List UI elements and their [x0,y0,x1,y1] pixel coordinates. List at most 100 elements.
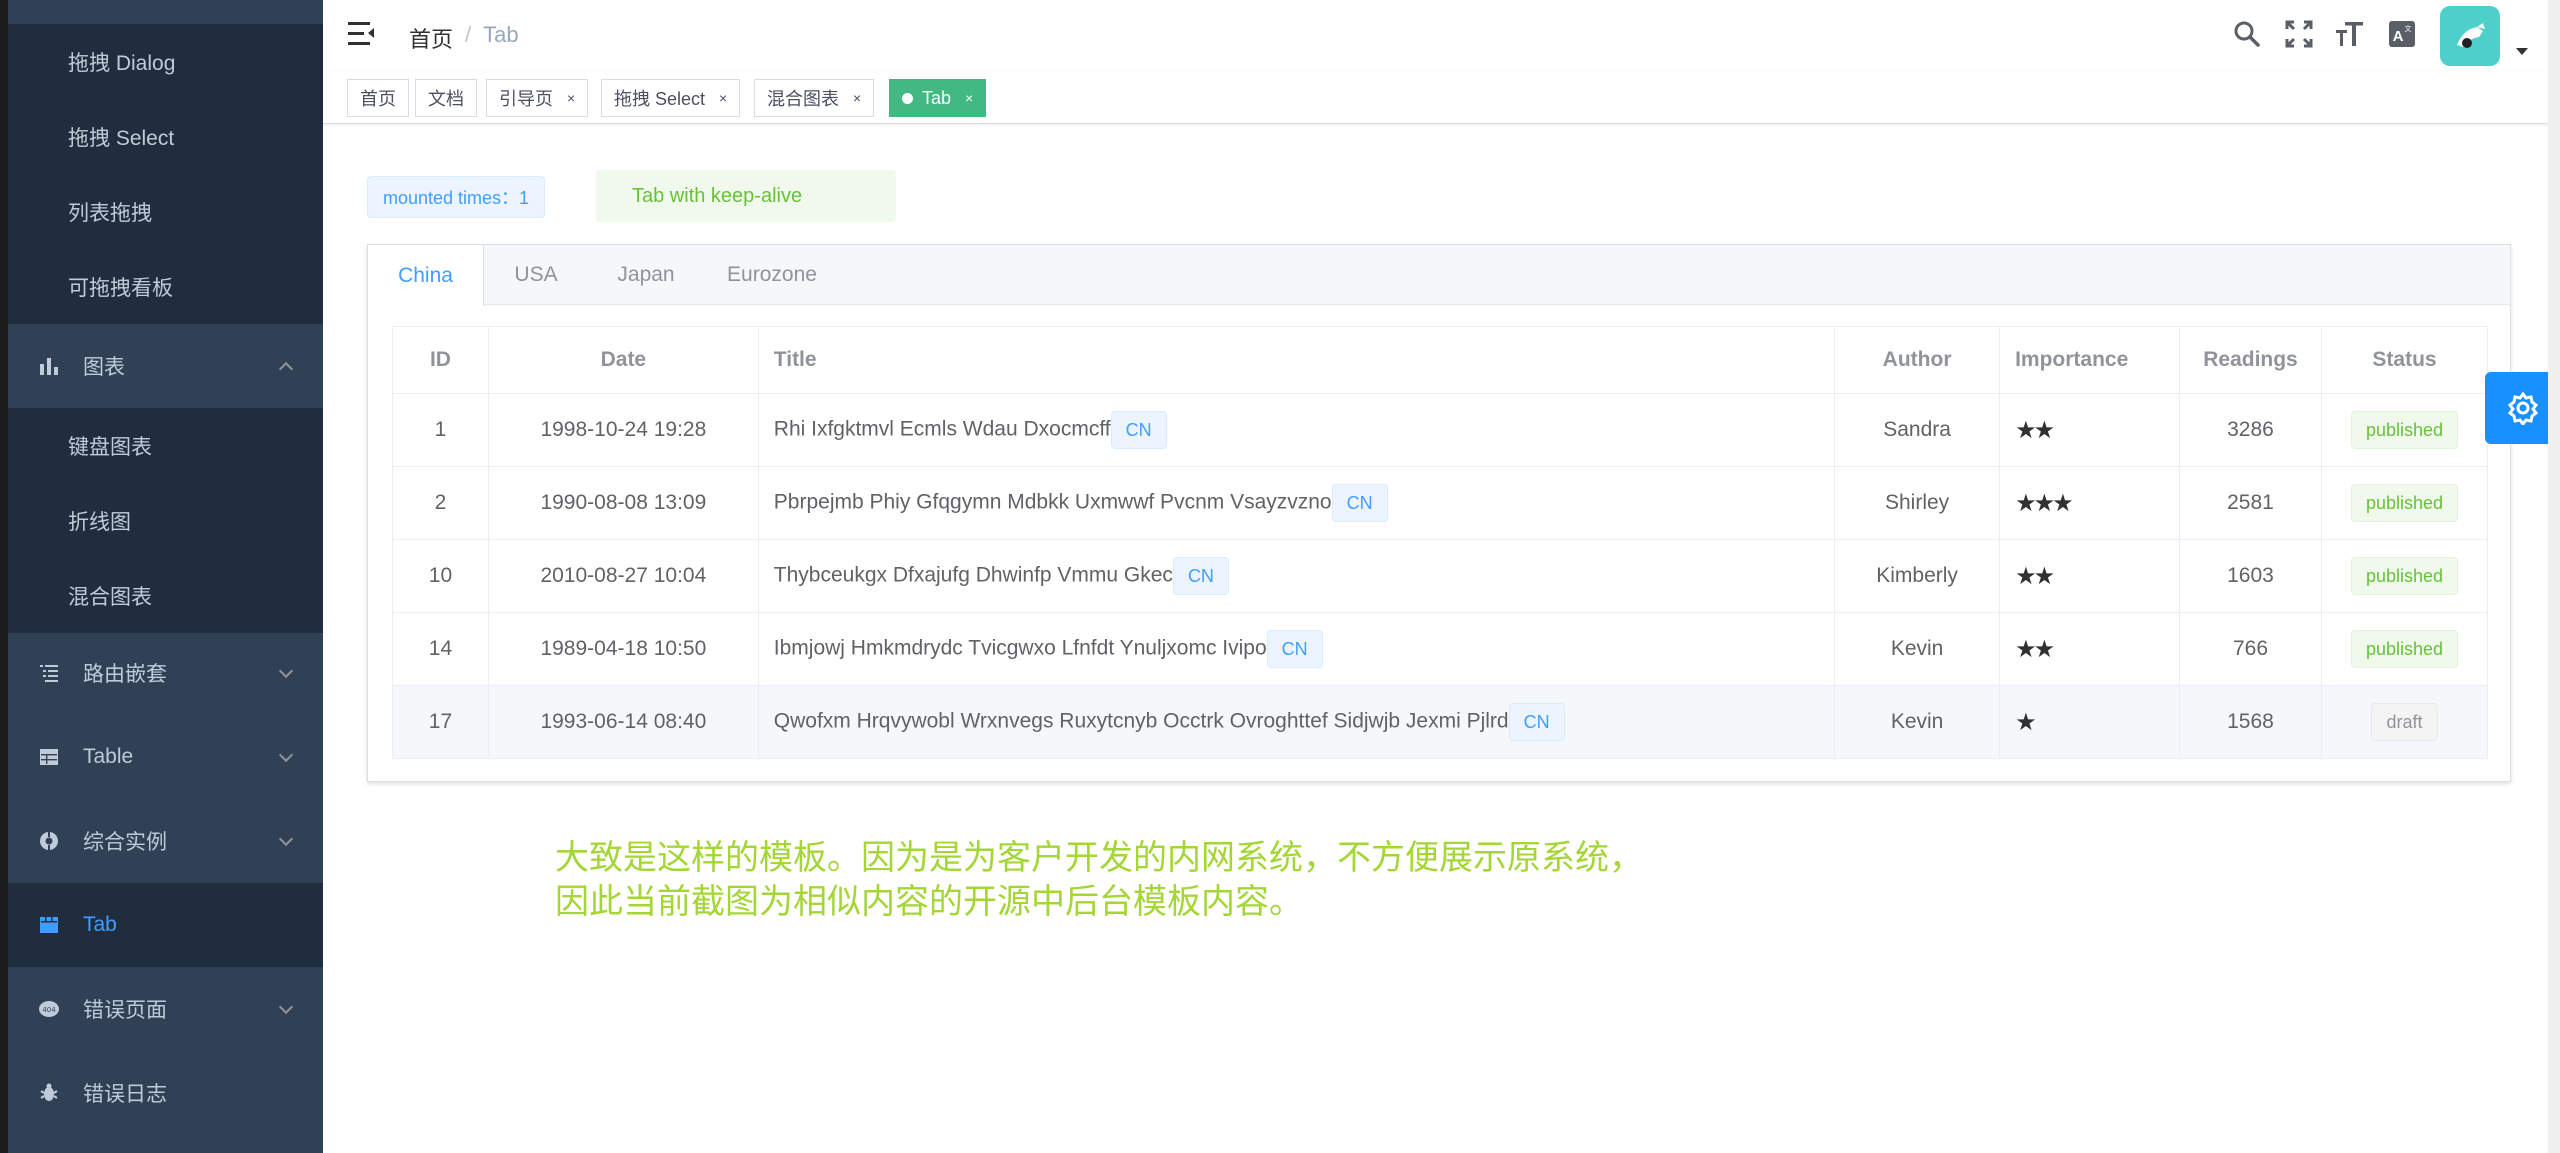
table-row[interactable]: 10 2010-08-27 10:04 Thybceukgx Dfxajufg … [392,539,2489,613]
chevron-down-icon [278,747,294,763]
type-tag: CN [1110,411,1167,449]
tag-docs[interactable]: 文档 [415,79,477,117]
sidebar-item-nested[interactable]: 路由嵌套 [8,631,323,715]
search-icon[interactable] [2231,18,2263,50]
sidebar-item-error-log[interactable]: 错误日志 [8,1051,323,1135]
chevron-down-icon [278,999,294,1015]
fullscreen-icon[interactable] [2283,18,2315,50]
sidebar-item-label: 图表 [83,356,125,379]
star-icon: ★★ [2015,562,2055,590]
type-tag: CN [1331,484,1388,522]
tab-eurozone[interactable]: Eurozone [704,245,840,305]
breadcrumb-home[interactable]: 首页 [409,22,453,54]
cell-author: Kimberly [1834,539,2001,613]
tag-label: 混合图表 [767,89,839,109]
table-icon [38,746,60,768]
star-icon: ★★ [2015,635,2055,663]
cell-author: Kevin [1834,612,2001,686]
sidebar-item-drag-select[interactable]: 拖拽 Select [8,99,323,174]
sidebar-item-label: 错误日志 [83,1083,167,1106]
sidebar-item-line-chart[interactable]: 折线图 [8,483,323,558]
cell-id: 10 [392,539,489,613]
hamburger-menu-icon[interactable] [348,22,374,46]
language-icon[interactable]: A文 [2386,18,2418,50]
sidebar-item-list-drag[interactable]: 列表拖拽 [8,174,323,249]
keep-alive-alert: Tab with keep-alive [596,170,896,222]
close-icon[interactable]: × [853,90,861,106]
sidebar-item-examples[interactable]: 综合实例 [8,799,323,883]
sidebar-item-tab[interactable]: Tab [8,883,323,967]
cell-importance: ★★★ [1999,466,2181,540]
scrollbar[interactable] [2548,0,2560,1153]
tab-label: Eurozone [727,263,817,286]
chevron-down-icon [278,663,294,679]
bar-chart-icon [38,355,60,377]
type-tag: CN [1508,703,1565,741]
tags-view: 首页 文档 引导页 × 拖拽 Select × 混合图表 × Tab × [323,72,2560,124]
breadcrumb: 首页 / Tab [409,22,519,54]
tag-guide[interactable]: 引导页 × [486,79,589,117]
cell-status: published [2320,612,2489,686]
sidebar-item-label: 键盘图表 [68,435,152,459]
tag-drag-select[interactable]: 拖拽 Select × [601,79,741,117]
close-icon[interactable]: × [567,90,575,106]
cell-readings: 2581 [2179,466,2322,540]
tag-tab[interactable]: Tab × [889,79,987,117]
tab-china[interactable]: China [368,245,484,306]
sidebar-item-charts[interactable]: 图表 [8,324,323,408]
avatar[interactable] [2440,6,2500,66]
svg-text:A: A [2393,28,2404,45]
text-size-icon[interactable] [2334,18,2366,50]
note-line-1: 大致是这样的模板。因为是为客户开发的内网系统，不方便展示原系统， [555,838,1643,878]
breadcrumb-separator: / [465,22,472,47]
tag-home[interactable]: 首页 [347,79,409,117]
sidebar-item-drag-dialog[interactable]: 拖拽 Dialog [8,24,323,99]
status-badge: published [2350,630,2459,668]
column-header-title[interactable]: Title [757,326,1836,394]
svg-text:404: 404 [42,1006,56,1014]
column-header-importance[interactable]: Importance [1999,326,2181,394]
cell-date: 1990-08-08 13:09 [487,466,759,540]
column-header-readings[interactable]: Readings [2179,326,2322,394]
close-icon[interactable]: × [719,90,727,106]
sidebar-item-label: 混合图表 [68,585,152,609]
annotation-note: 大致是这样的模板。因为是为客户开发的内网系统，不方便展示原系统， 因此当前截图为… [555,836,1643,924]
status-badge: draft [2371,703,2438,741]
cell-title: Thybceukgx Dfxajufg Dhwinfp Vmmu Gkec CN [757,539,1836,613]
column-header-id[interactable]: ID [392,326,489,394]
table-row[interactable]: 14 1989-04-18 10:50 Ibmjowj Hmkmdrydc Tv… [392,612,2489,686]
tag-mix-chart[interactable]: 混合图表 × [754,79,875,117]
404-icon: 404 [38,998,60,1020]
table-row[interactable]: 17 1993-06-14 08:40 Qwofxm Hrqvywobl Wrx… [392,685,2489,759]
cell-importance: ★ [1999,685,2181,759]
tab-japan[interactable]: Japan [588,245,704,305]
cell-status: published [2320,466,2489,540]
table-row[interactable]: 1 1998-10-24 19:28 Rhi Ixfgktmvl Ecmls W… [392,393,2489,467]
close-icon[interactable]: × [965,90,973,106]
column-header-status[interactable]: Status [2320,326,2489,394]
tabs-card: China USA Japan Eurozone ID Date Title A… [367,244,2511,782]
sidebar-item-kanban[interactable]: 可拖拽看板 [8,249,323,324]
sidebar-item-label: 拖拽 Select [68,126,175,150]
table-row[interactable]: 2 1990-08-08 13:09 Pbrpejmb Phiy Gfqgymn… [392,466,2489,540]
sidebar-item-table[interactable]: Table [8,715,323,799]
title-text: Ibmjowj Hmkmdrydc Tvicgwxo Lfnfdt Ynuljx… [773,636,1267,660]
sidebar-item-mix-chart[interactable]: 混合图表 [8,558,323,633]
tab-label: USA [514,263,558,286]
tabs-header: China USA Japan Eurozone [368,245,2510,306]
cell-importance: ★★ [1999,612,2181,686]
sidebar-item-keyboard-chart[interactable]: 键盘图表 [8,408,323,483]
sidebar-item-error-pages[interactable]: 404 错误页面 [8,967,323,1051]
tab-usa[interactable]: USA [484,245,588,305]
star-icon: ★ [2015,708,2036,736]
sidebar-item-label: 拖拽 Dialog [68,51,176,75]
cell-title: Qwofxm Hrqvywobl Wrxnvegs Ruxytcnyb Occt… [757,685,1836,759]
sidebar-item-label: 折线图 [68,510,131,534]
sidebar-item-label: Table [83,745,134,768]
column-header-author[interactable]: Author [1834,326,2001,394]
cell-importance: ★★ [1999,539,2181,613]
cell-id: 2 [392,466,489,540]
column-header-date[interactable]: Date [487,326,759,394]
caret-down-icon[interactable] [2516,48,2528,55]
sidebar-item-label: 列表拖拽 [68,201,152,225]
